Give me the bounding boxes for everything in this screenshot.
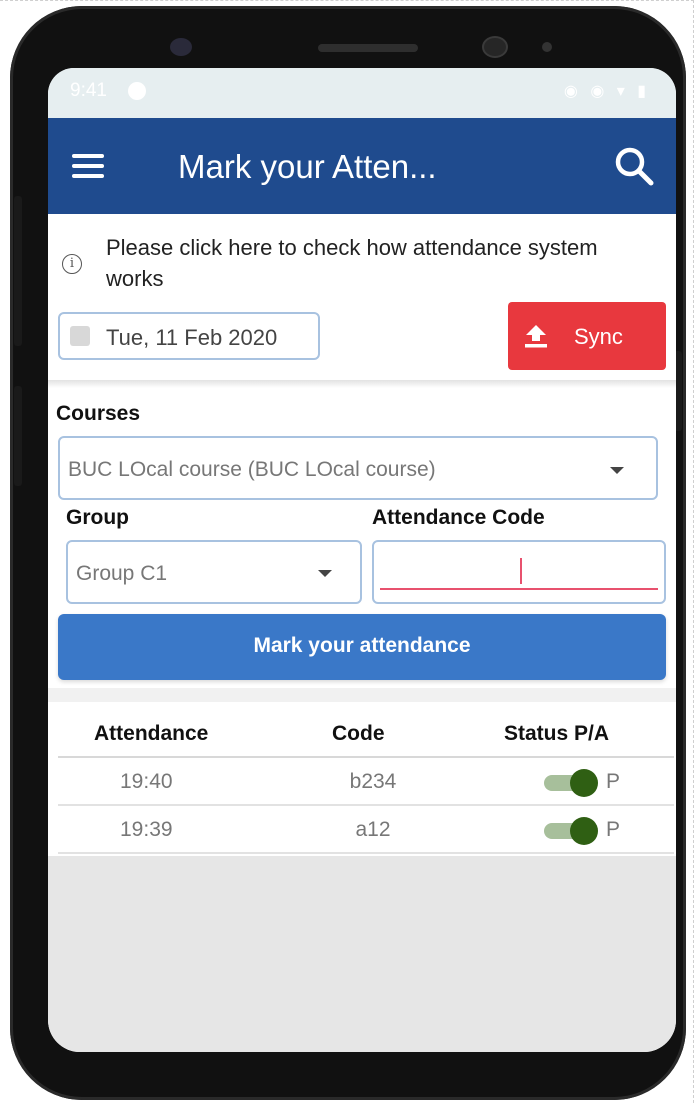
row-time: 19:40 bbox=[120, 770, 173, 793]
mark-attendance-label: Mark your attendance bbox=[253, 634, 471, 657]
table-header: Attendance Code Status P/A bbox=[58, 702, 674, 758]
status-toggle[interactable] bbox=[544, 817, 600, 845]
mark-attendance-button[interactable]: Mark your attendance bbox=[58, 614, 666, 680]
header-code: Code bbox=[332, 722, 385, 745]
menu-icon[interactable] bbox=[72, 154, 104, 178]
proximity-sensor bbox=[542, 42, 552, 52]
date-value: Tue, 11 Feb 2020 bbox=[106, 325, 278, 350]
calendar-icon bbox=[70, 326, 90, 346]
group-selected: Group C1 bbox=[76, 562, 168, 585]
sync-button[interactable]: Sync bbox=[508, 302, 666, 370]
header-attendance: Attendance bbox=[94, 722, 209, 745]
page-title: Mark your Atten... bbox=[178, 148, 437, 185]
phone-frame: 9:41 ◉ ◉ ▾ ▮ Mark your Atten... i Please… bbox=[10, 6, 686, 1100]
toggle-knob bbox=[570, 817, 598, 845]
volume-button-lower bbox=[14, 386, 22, 486]
status-time: 9:41 bbox=[70, 80, 107, 101]
info-icon: i bbox=[62, 254, 82, 274]
empty-content-area bbox=[48, 856, 676, 1052]
status-toggle[interactable] bbox=[544, 769, 600, 797]
app-screen: 9:41 ◉ ◉ ▾ ▮ Mark your Atten... i Please… bbox=[48, 68, 676, 1052]
group-dropdown[interactable]: Group C1 bbox=[66, 540, 362, 604]
input-underline bbox=[380, 588, 658, 590]
front-sensor bbox=[170, 38, 192, 56]
text-cursor bbox=[520, 558, 522, 584]
status-icons: ◉ ◉ ▾ ▮ bbox=[563, 83, 650, 100]
front-camera bbox=[482, 36, 508, 58]
toggle-knob bbox=[570, 769, 598, 797]
row-code: a12 bbox=[355, 818, 391, 841]
notification-icon bbox=[128, 82, 146, 100]
speaker-grille bbox=[318, 44, 418, 52]
attendance-code-input[interactable] bbox=[372, 540, 666, 604]
header-status: Status P/A bbox=[504, 722, 610, 745]
date-picker[interactable]: Tue, 11 Feb 2020 bbox=[58, 312, 320, 360]
attendance-table: Attendance Code Status P/A 19:40 b234 P … bbox=[58, 702, 674, 854]
attendance-code-label: Attendance Code bbox=[372, 506, 545, 529]
chevron-down-icon bbox=[318, 570, 332, 577]
status-bar: 9:41 ◉ ◉ ▾ ▮ bbox=[48, 68, 676, 118]
courses-dropdown[interactable]: BUC LOcal course (BUC LOcal course) bbox=[58, 436, 658, 500]
help-link[interactable]: i Please click here to check how attenda… bbox=[62, 232, 662, 294]
row-code: b234 bbox=[349, 770, 397, 793]
group-label: Group bbox=[66, 506, 129, 529]
status-value: P bbox=[606, 818, 621, 841]
row-time: 19:39 bbox=[120, 818, 173, 841]
sync-label: Sync bbox=[574, 324, 623, 349]
courses-selected: BUC LOcal course (BUC LOcal course) bbox=[68, 458, 436, 481]
table-spacer bbox=[48, 688, 676, 702]
table-row: 19:40 b234 P bbox=[58, 758, 674, 806]
app-bar: Mark your Atten... bbox=[48, 118, 676, 214]
courses-label: Courses bbox=[56, 402, 141, 425]
volume-button bbox=[14, 196, 22, 346]
chevron-down-icon bbox=[610, 467, 624, 474]
help-text: Please click here to check how attendanc… bbox=[106, 235, 598, 291]
upload-icon bbox=[525, 325, 547, 348]
table-row: 19:39 a12 P bbox=[58, 806, 674, 854]
section-divider bbox=[48, 380, 676, 388]
search-icon[interactable] bbox=[614, 146, 654, 186]
status-value: P bbox=[606, 770, 621, 793]
